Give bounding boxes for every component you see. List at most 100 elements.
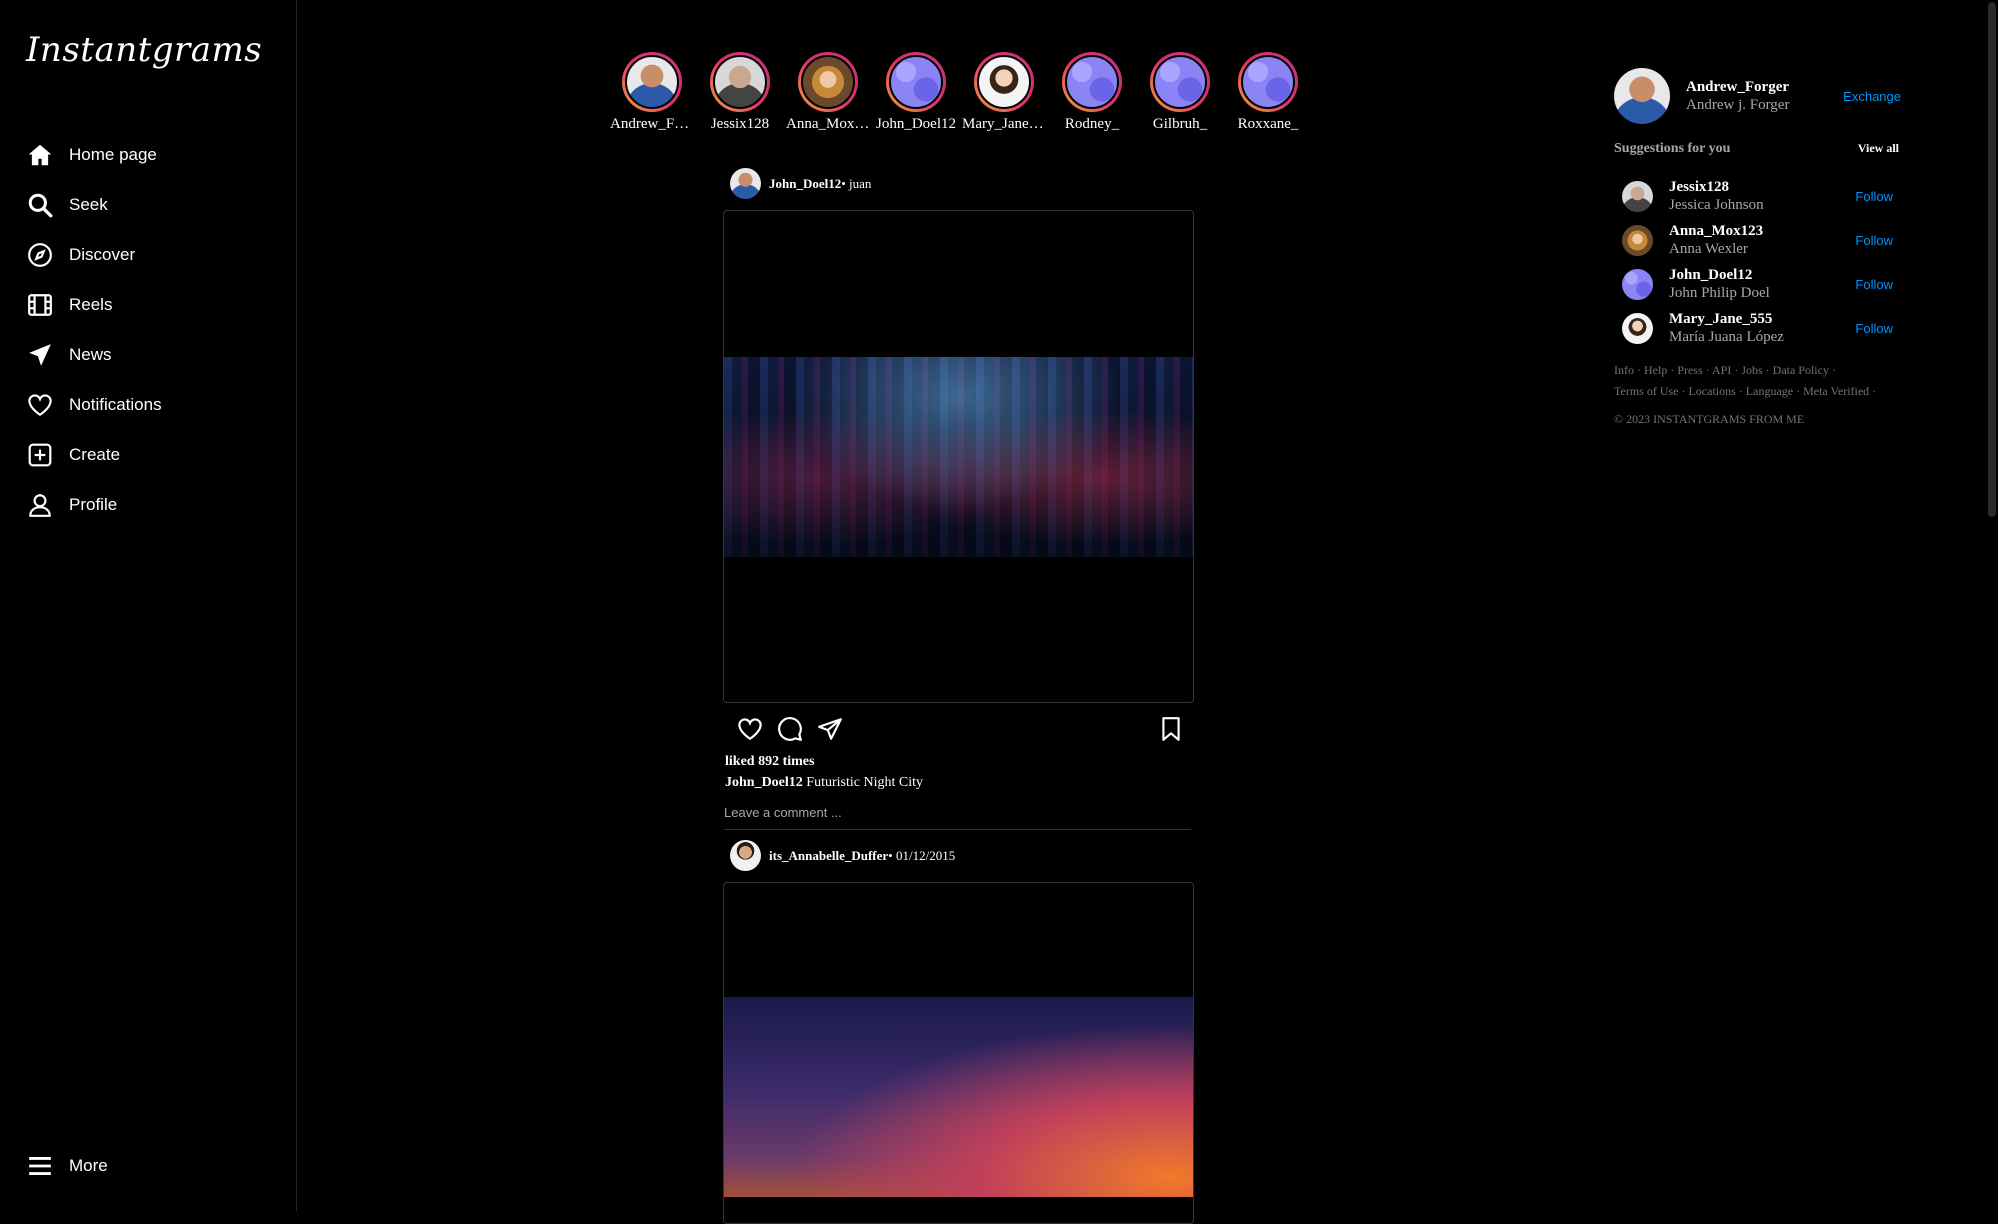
story-name: Rodney_ <box>1064 116 1120 132</box>
story-item[interactable]: Rodney_ <box>1048 52 1136 133</box>
nav-item-notifications[interactable]: Notifications <box>27 380 287 430</box>
bookmark-icon[interactable] <box>1158 716 1184 742</box>
avatar <box>801 55 855 109</box>
reels-icon <box>27 292 53 318</box>
avatar <box>977 55 1031 109</box>
footer-links-line[interactable]: Terms of Use · Locations · Language · Me… <box>1614 381 1914 402</box>
comment-input[interactable]: Leave a comment ... <box>724 805 1191 830</box>
avatar[interactable] <box>1622 268 1653 300</box>
story-ring <box>1150 52 1210 112</box>
caption-username[interactable]: John_Doel12 <box>725 775 803 790</box>
story-item[interactable]: Roxxane_ <box>1224 52 1312 133</box>
nav-item-label: Create <box>69 445 121 464</box>
switch-account-link[interactable]: Exchange <box>1843 89 1901 104</box>
story-name: Anna_Mox123 <box>786 116 870 132</box>
nav-item-label: News <box>69 345 112 364</box>
post-meta: • 01/12/2015 <box>888 847 956 863</box>
scrollbar[interactable] <box>1986 0 1998 1211</box>
profile-fullname: Andrew j. Forger <box>1686 97 1790 113</box>
story-item[interactable]: John_Doel12 <box>872 52 960 133</box>
suggestion-fullname: Anna Wexler <box>1669 241 1748 257</box>
post-actions <box>737 716 857 742</box>
post-image[interactable] <box>723 210 1194 703</box>
avatar[interactable] <box>730 840 761 871</box>
post-header: its_Annabelle_Duffer • 01/12/2015 <box>730 840 955 871</box>
story-name: Andrew_Forger <box>610 116 694 132</box>
post-meta: • juan <box>841 175 872 191</box>
share-icon[interactable] <box>817 716 843 742</box>
more-label: More <box>69 1156 108 1175</box>
nav-item-create[interactable]: Create <box>27 430 287 480</box>
user-icon <box>27 492 53 518</box>
avatar[interactable] <box>1622 224 1653 256</box>
stories-row: Andrew_Forger Jessix128 Anna_Mox123 John… <box>608 52 1312 133</box>
avatar <box>1065 55 1119 109</box>
avatar[interactable] <box>1622 180 1653 212</box>
caption-text: Futuristic Night City <box>802 775 923 790</box>
post-username[interactable]: John_Doel12 <box>769 176 841 192</box>
story-ring <box>798 52 858 112</box>
story-item[interactable]: Mary_Jane_555 <box>960 52 1048 133</box>
menu-icon <box>27 1153 53 1179</box>
story-item[interactable]: Anna_Mox123 <box>784 52 872 133</box>
post-photo-temple <box>724 997 1193 1197</box>
view-all-link[interactable]: View all <box>1858 141 1899 157</box>
suggestion-username[interactable]: Jessix128 <box>1669 178 1855 196</box>
suggestions-title: Suggestions for you <box>1614 141 1731 156</box>
follow-button[interactable]: Follow <box>1855 189 1893 204</box>
nav-item-home[interactable]: Home page <box>27 130 287 180</box>
suggestions-list: Jessix128 Jessica Johnson Follow Anna_Mo… <box>1622 174 1914 350</box>
follow-button[interactable]: Follow <box>1855 277 1893 292</box>
nav-item-label: Profile <box>69 495 118 514</box>
suggestion-username[interactable]: John_Doel12 <box>1669 266 1855 284</box>
story-name: Gilbruh_ <box>1152 116 1208 132</box>
story-item[interactable]: Gilbruh_ <box>1136 52 1224 133</box>
avatar[interactable] <box>1622 312 1653 344</box>
comment-icon[interactable] <box>777 716 803 742</box>
footer-links: Info · Help · Press · API · Jobs · Data … <box>1614 360 1914 402</box>
nav-item-discover[interactable]: Discover <box>27 230 287 280</box>
nav-item-label: Reels <box>69 295 113 314</box>
scrollbar-thumb[interactable] <box>1988 2 1996 517</box>
story-item[interactable]: Andrew_Forger <box>608 52 696 133</box>
avatar[interactable] <box>1614 68 1670 124</box>
profile-username[interactable]: Andrew_Forger <box>1686 78 1843 96</box>
post-photo-city <box>724 357 1193 557</box>
post-username[interactable]: its_Annabelle_Duffer <box>769 848 888 864</box>
heart-icon <box>27 392 53 418</box>
current-user: Andrew_Forger Andrew j. Forger Exchange <box>1614 68 1914 124</box>
more-button[interactable]: More <box>27 1141 227 1191</box>
nav-item-profile[interactable]: Profile <box>27 480 287 530</box>
suggestion-item: Jessix128 Jessica Johnson Follow <box>1622 174 1914 218</box>
avatar <box>1241 55 1295 109</box>
story-ring <box>1238 52 1298 112</box>
follow-button[interactable]: Follow <box>1855 321 1893 336</box>
suggestion-item: John_Doel12 John Philip Doel Follow <box>1622 262 1914 306</box>
nav-item-reels[interactable]: Reels <box>27 280 287 330</box>
suggestion-item: Mary_Jane_555 María Juana López Follow <box>1622 306 1914 350</box>
suggestion-fullname: María Juana López <box>1669 329 1784 345</box>
suggestion-fullname: John Philip Doel <box>1669 285 1770 301</box>
nav-item-seek[interactable]: Seek <box>27 180 287 230</box>
story-ring <box>886 52 946 112</box>
like-count[interactable]: liked 892 times <box>725 754 814 770</box>
suggestion-username[interactable]: Mary_Jane_555 <box>1669 310 1855 328</box>
story-name: John_Doel12 <box>876 116 956 132</box>
story-name: Mary_Jane_555 <box>962 116 1046 132</box>
sidebar: Instantgrams Home page Seek Discover Ree… <box>0 0 297 1211</box>
nav-item-label: Home page <box>69 145 157 164</box>
story-ring <box>710 52 770 112</box>
avatar[interactable] <box>730 168 761 199</box>
footer-links-line[interactable]: Info · Help · Press · API · Jobs · Data … <box>1614 360 1914 381</box>
avatar <box>889 55 943 109</box>
follow-button[interactable]: Follow <box>1855 233 1893 248</box>
like-icon[interactable] <box>737 716 763 742</box>
suggestion-username[interactable]: Anna_Mox123 <box>1669 222 1855 240</box>
story-name: Jessix128 <box>710 116 770 132</box>
app-logo[interactable]: Instantgrams <box>26 30 262 70</box>
nav-item-news[interactable]: News <box>27 330 287 380</box>
post-header: John_Doel12 • juan <box>730 168 871 199</box>
main-nav: Home page Seek Discover Reels News Notif… <box>27 130 287 530</box>
story-item[interactable]: Jessix128 <box>696 52 784 133</box>
post-image[interactable] <box>723 882 1194 1224</box>
